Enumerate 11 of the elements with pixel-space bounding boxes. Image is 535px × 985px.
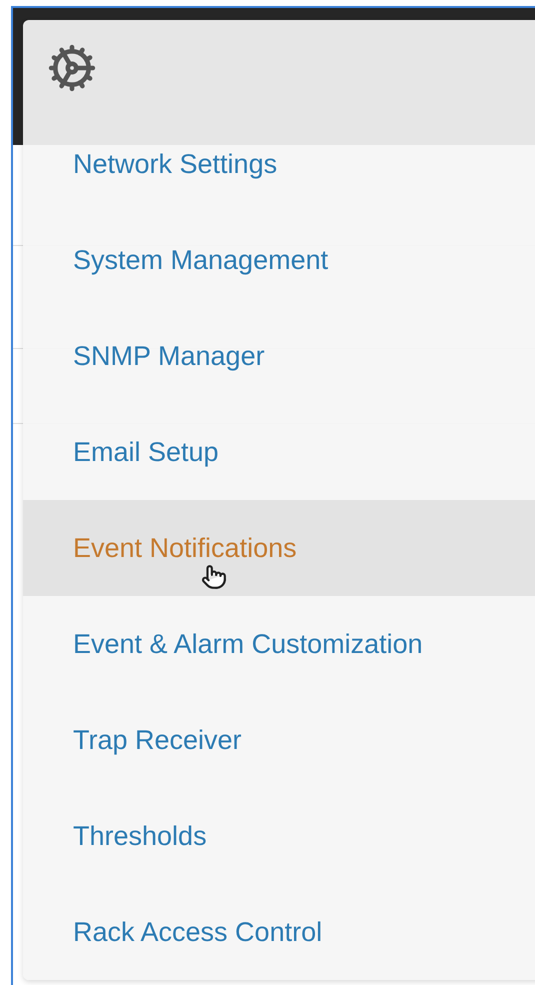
menu-item[interactable]: Email Setup [23, 404, 535, 500]
hand-cursor-icon [201, 564, 227, 590]
menu-item[interactable]: Event Notifications [23, 500, 535, 596]
menu-item[interactable]: Trap Receiver [23, 692, 535, 788]
menu-item[interactable]: Network Settings [23, 116, 535, 212]
menu-item[interactable]: Event & Alarm Customization [23, 596, 535, 692]
menu-item[interactable]: System Management [23, 212, 535, 308]
menu-item[interactable]: Thresholds [23, 788, 535, 884]
menu-item[interactable]: SNMP Manager [23, 308, 535, 404]
settings-icon[interactable] [47, 43, 97, 93]
menu-item[interactable]: Rack Access Control [23, 884, 535, 980]
